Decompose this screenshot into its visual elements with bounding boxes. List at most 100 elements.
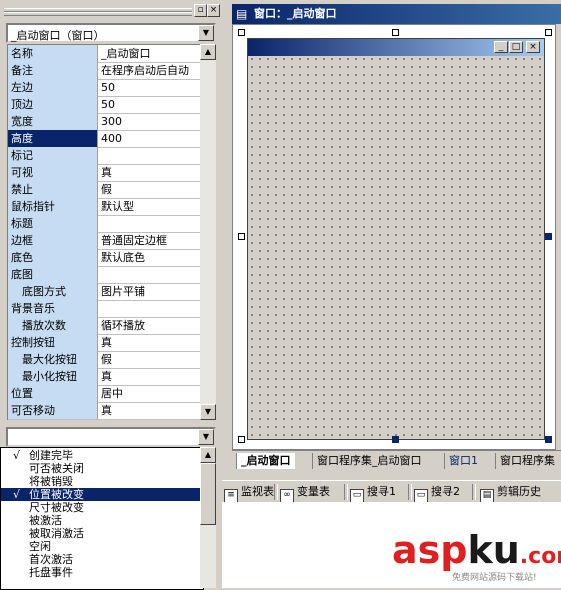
event-item[interactable]: 被激活 xyxy=(1,514,201,527)
property-row[interactable]: 背景音乐 xyxy=(8,300,201,318)
property-row[interactable]: 标题 xyxy=(8,215,201,233)
property-row[interactable]: 左边 50 xyxy=(8,79,201,97)
property-value[interactable] xyxy=(101,266,201,283)
property-name: 底图 xyxy=(8,266,98,283)
tab-startup-window[interactable]: _启动窗口 xyxy=(236,453,295,469)
clipboard-icon: ▤ xyxy=(480,489,494,503)
property-value[interactable]: 默认底色 xyxy=(101,249,201,266)
property-value[interactable]: 假 xyxy=(101,181,201,198)
property-row[interactable]: 高度 400 xyxy=(8,130,201,148)
property-name: 底色 xyxy=(8,249,98,266)
event-item[interactable]: 将被销毁 xyxy=(1,475,201,488)
property-row[interactable]: 播放次数 循环播放 xyxy=(8,317,201,335)
property-value[interactable]: 真 xyxy=(101,164,201,181)
event-item[interactable]: √ 创建完毕 xyxy=(1,449,201,462)
event-list-scrollbar[interactable]: ▲ xyxy=(200,447,216,588)
property-value[interactable]: 真 xyxy=(101,334,201,351)
property-value[interactable]: 50 xyxy=(101,96,201,113)
property-value[interactable] xyxy=(101,147,201,164)
event-item[interactable]: 被取消激活 xyxy=(1,527,201,540)
scroll-up-icon[interactable]: ▲ xyxy=(200,44,216,60)
panel-grip[interactable] xyxy=(4,12,192,16)
property-scrollbar[interactable]: ▲ ▼ xyxy=(200,44,216,420)
resize-handle[interactable] xyxy=(238,29,245,36)
event-item[interactable]: 尺寸被改变 xyxy=(1,501,201,514)
property-row[interactable]: 可视真 xyxy=(8,164,201,182)
watch-icon: ≡ xyxy=(224,489,238,503)
resize-handle[interactable] xyxy=(238,233,245,240)
event-item[interactable]: 可否被关闭 xyxy=(1,462,201,475)
tab-window-assembly[interactable]: 窗口程序集_启动窗口 xyxy=(312,453,426,469)
chevron-down-icon[interactable]: ▼ xyxy=(198,429,214,445)
check-icon: √ xyxy=(13,488,21,501)
property-row[interactable]: 名称 _启动窗口 xyxy=(8,45,201,63)
resize-handle[interactable] xyxy=(392,29,399,36)
window-designer-icon: ▤ xyxy=(236,7,248,21)
scroll-up-icon[interactable]: ▲ xyxy=(200,447,216,463)
property-row[interactable]: 底图 xyxy=(8,266,201,284)
object-selector[interactable]: _启动窗口（窗口） ▼ xyxy=(6,23,216,43)
property-value[interactable]: 居中 xyxy=(101,385,201,402)
property-value[interactable]: 图片平铺 xyxy=(101,283,201,300)
property-row[interactable]: 备注 在程序启动后自动 xyxy=(8,62,201,80)
property-value[interactable]: _启动窗口 xyxy=(101,45,201,62)
property-row[interactable]: 鼠标指针 默认型 xyxy=(8,198,201,216)
property-row[interactable]: 宽度 300 xyxy=(8,113,201,131)
property-value[interactable]: 真 xyxy=(101,368,201,385)
chevron-down-icon[interactable]: ▼ xyxy=(198,25,214,41)
event-item[interactable]: √ 位置被改变 xyxy=(1,488,201,501)
property-row[interactable]: 控制按钮真 xyxy=(8,334,201,352)
tab-search1[interactable]: ▭ 搜寻1 xyxy=(350,484,396,503)
property-value[interactable] xyxy=(101,300,201,317)
property-name: 控制按钮 xyxy=(8,334,98,351)
property-value[interactable]: 循环播放 xyxy=(101,317,201,334)
property-row[interactable]: 最小化按钮真 xyxy=(8,368,201,386)
toolbar-separator xyxy=(408,484,412,500)
tab-variables[interactable]: ∞ 变量表 xyxy=(280,484,330,503)
resize-handle[interactable] xyxy=(545,233,552,240)
property-value[interactable]: 默认型 xyxy=(101,198,201,215)
property-row[interactable]: 底色 默认底色 xyxy=(8,249,201,267)
panel-pin-button[interactable]: ▫ xyxy=(194,4,207,17)
event-selector[interactable]: ▼ xyxy=(6,427,216,447)
property-row[interactable]: 位置 居中 xyxy=(8,385,201,403)
resize-handle[interactable] xyxy=(545,436,552,443)
property-row[interactable]: 边框 普通固定边框 xyxy=(8,232,201,250)
property-value[interactable]: 假 xyxy=(101,351,201,368)
tab-window-assembly-2[interactable]: 窗口程序集 xyxy=(495,453,559,469)
resize-handle[interactable] xyxy=(238,436,245,443)
property-name: 最大化按钮 xyxy=(8,351,98,368)
event-item[interactable]: 空闲 xyxy=(1,540,201,553)
output-toolbar: ≡ 监视表 ∞ 变量表 ▭ 搜寻1 ▭ 搜寻2 ▤ 剪辑历史 xyxy=(222,480,561,503)
property-row[interactable]: 标记 xyxy=(8,147,201,165)
toolbar-separator xyxy=(344,484,348,500)
property-row[interactable]: 可否移动真 xyxy=(8,402,201,420)
resize-handle[interactable] xyxy=(392,436,399,443)
tab-search2[interactable]: ▭ 搜寻2 xyxy=(414,484,460,503)
tab-search2-label: 搜寻2 xyxy=(431,485,460,498)
event-item[interactable]: 托盘事件 xyxy=(1,566,201,579)
property-value[interactable]: 真 xyxy=(101,402,201,419)
property-row[interactable]: 底图方式 图片平铺 xyxy=(8,283,201,301)
resize-handle[interactable] xyxy=(545,29,552,36)
property-value[interactable] xyxy=(101,215,201,232)
property-value[interactable]: 在程序启动后自动 xyxy=(101,62,201,79)
design-window[interactable]: _ □ × xyxy=(247,38,545,440)
watermark-logo: aspku.com 免费网站源码下载站! xyxy=(392,528,561,588)
property-name: 左边 xyxy=(8,79,98,96)
property-value[interactable]: 50 xyxy=(101,79,201,96)
property-value[interactable]: 300 xyxy=(101,113,201,130)
property-value[interactable]: 400 xyxy=(101,130,201,147)
tab-window1[interactable]: 窗口1 xyxy=(444,453,482,469)
property-row[interactable]: 禁止假 xyxy=(8,181,201,199)
scroll-down-icon[interactable]: ▼ xyxy=(200,404,216,420)
property-value[interactable]: 普通固定边框 xyxy=(101,232,201,249)
tab-clip-history[interactable]: ▤ 剪辑历史 xyxy=(480,484,541,503)
scroll-thumb[interactable] xyxy=(200,463,216,525)
event-item[interactable]: 首次激活 xyxy=(1,553,201,566)
property-row[interactable]: 顶边 50 xyxy=(8,96,201,114)
event-label: 首次激活 xyxy=(29,553,73,566)
panel-close-button[interactable]: × xyxy=(207,4,220,17)
tab-watch[interactable]: ≡ 监视表 xyxy=(224,484,274,503)
property-row[interactable]: 最大化按钮假 xyxy=(8,351,201,369)
